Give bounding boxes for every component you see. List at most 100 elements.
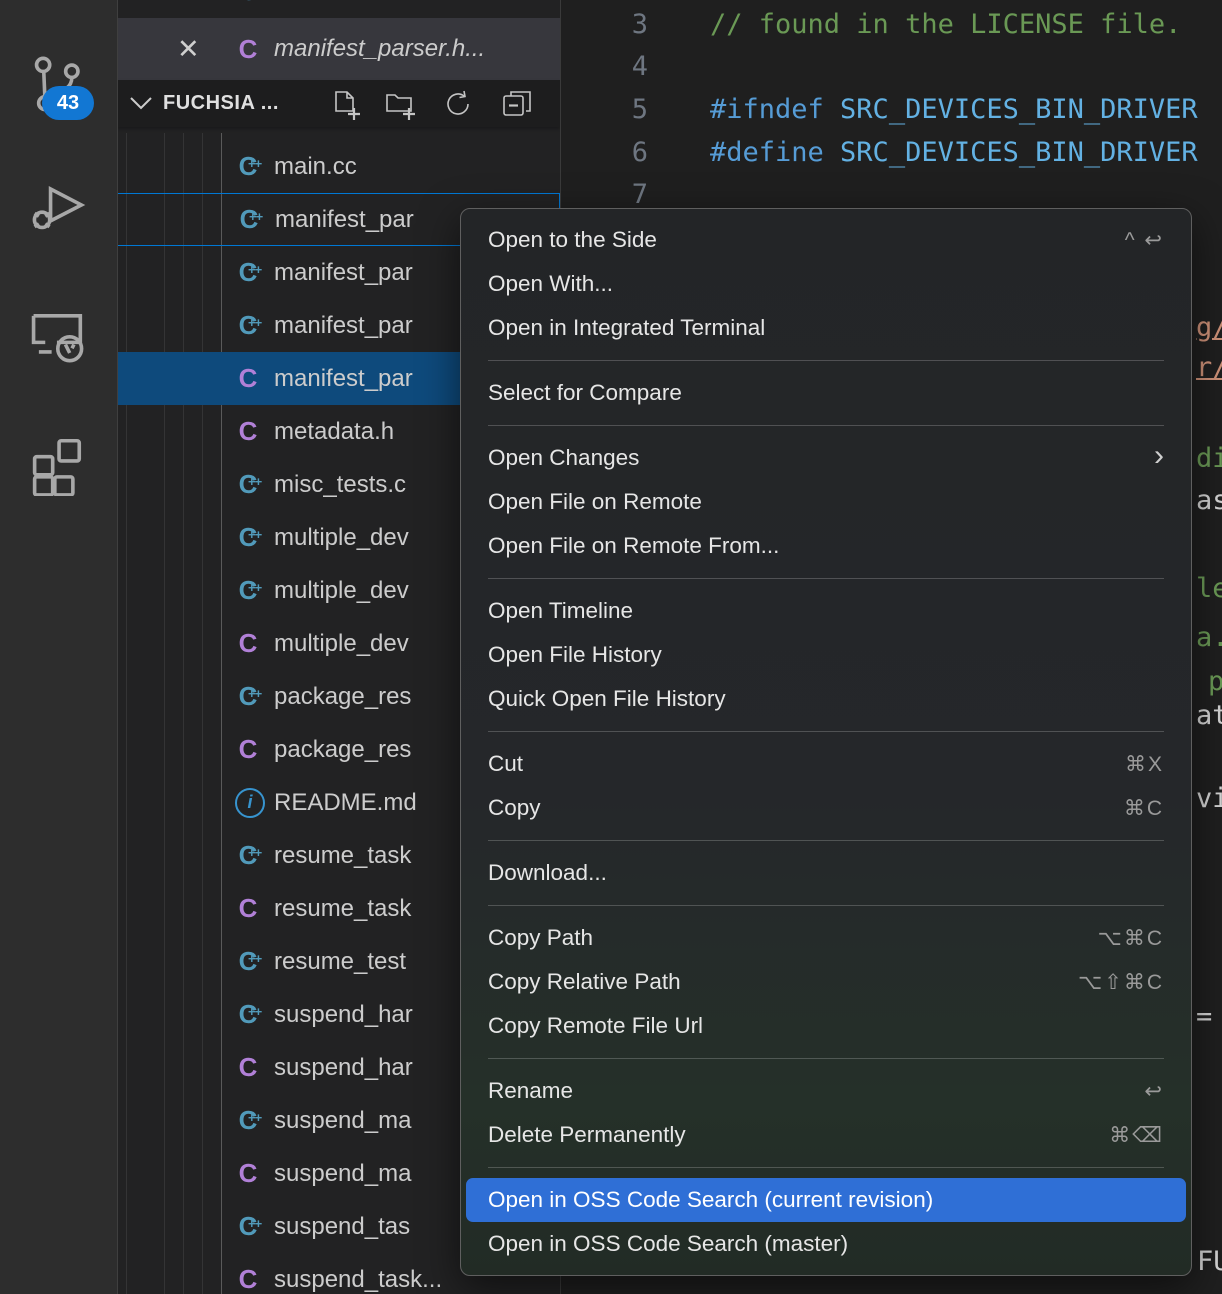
extensions-icon[interactable] [24,428,92,496]
file-name: manifest_par [274,312,413,340]
c-file-icon: C [231,363,265,394]
menu-item[interactable]: Rename↩ [461,1069,1191,1113]
cpp-file-icon: C [232,204,266,235]
menu-item-label: Quick Open File History [488,686,726,712]
line-number: 3 [560,9,648,40]
file-name: README.md [274,789,417,817]
refresh-icon[interactable] [441,87,475,121]
cpp-file-icon: C [231,310,265,341]
line-number: 6 [560,137,648,168]
c-file-icon: C [231,734,265,765]
remote-explorer-icon[interactable] [24,302,92,370]
submenu-arrow-icon: › [1154,441,1164,471]
cpp-file-icon: C [231,1105,265,1136]
file-name: multiple_dev [274,577,409,605]
menu-separator [488,905,1164,906]
menu-shortcut: ↩ [1144,1079,1164,1104]
context-menu: Open to the Side ^ ↩ Open With... Open in I… [460,208,1192,1276]
close-icon[interactable]: ✕ [177,36,200,63]
cpp-file-icon: C [231,999,265,1030]
source-control-icon[interactable]: 43 [24,50,92,118]
info-file-icon: i [235,788,265,818]
vscode-window: 43 C block-device... 3 ✕ C manifest_pars… [0,0,1222,1294]
menu-item-label: Open Timeline [488,598,633,624]
menu-item[interactable]: Delete Permanently⌘⌫ [461,1113,1191,1157]
line-number: 5 [560,94,648,125]
file-name: resume_task [274,842,411,870]
section-title: FUCHSIA ... [163,92,279,115]
menu-item-label: Open in OSS Code Search (master) [488,1231,848,1257]
cpp-file-icon: C [231,522,265,553]
line-number: 4 [560,51,648,82]
menu-item[interactable]: Open File History [461,633,1191,677]
new-file-icon[interactable] [328,87,362,121]
code-line: 6 #define SRC_DEVICES_BIN_DRIVER [560,131,1222,174]
c-file-icon: C [231,34,265,65]
code-line: 5 #ifndef SRC_DEVICES_BIN_DRIVER [560,88,1222,131]
cpp-file-icon: C [231,946,265,977]
menu-item[interactable]: Open Changes› [461,436,1191,480]
menu-shortcut: ^ ↩ [1125,228,1164,253]
menu-item-label: Open With... [488,271,613,297]
collapse-all-icon[interactable] [500,87,534,121]
menu-item-label: Select for Compare [488,380,682,406]
menu-item[interactable]: Open With... [461,262,1191,306]
menu-item-label: Open in Integrated Terminal [488,315,765,341]
menu-item[interactable]: Open Timeline [461,589,1191,633]
file-tree-item[interactable]: Cmain.cc [117,140,560,193]
menu-item[interactable]: Copy Path ⌥⌘C [461,916,1191,960]
menu-item-label: Copy Relative Path [488,969,681,995]
menu-item[interactable]: Open in OSS Code Search (master) [461,1222,1191,1266]
cpp-file-icon: C [231,840,265,871]
c-file-icon: C [231,1052,265,1083]
line-content: #define SRC_DEVICES_BIN_DRIVER [710,137,1198,168]
code-token: SRC_DEVICES_BIN_DRIVER [840,137,1198,168]
menu-item[interactable]: Quick Open File History [461,677,1191,721]
menu-item[interactable]: Open File on Remote [461,480,1191,524]
c-file-icon: C [231,416,265,447]
line-content: // found in the LICENSE file. [710,9,1181,40]
open-editor-label: manifest_parser.h... [274,35,485,63]
open-editor-item-block-device[interactable]: C block-device... 3 [117,0,560,18]
file-name: suspend_har [274,1054,413,1082]
cpp-file-icon: C [231,0,265,7]
file-name: multiple_dev [274,524,409,552]
menu-item-label: Open to the Side [488,227,657,253]
explorer-section-header[interactable]: FUCHSIA ... [117,80,560,127]
new-folder-icon[interactable] [383,87,417,121]
code-token: #define [710,137,840,168]
menu-item[interactable]: Open File on Remote From... [461,524,1191,568]
cpp-file-icon: C [231,681,265,712]
menu-item-label: Copy Path [488,925,593,951]
file-name: package_res [274,736,411,764]
menu-item[interactable]: Select for Compare [461,371,1191,415]
open-editor-label: block-device... [274,0,427,6]
file-name: suspend_task... [274,1266,442,1294]
menu-item[interactable]: Open in Integrated Terminal [461,306,1191,350]
cpp-file-icon: C [231,469,265,500]
file-name: resume_task [274,895,411,923]
menu-item[interactable]: Copy⌘C [461,786,1191,830]
activity-bar: 43 [0,0,118,1294]
menu-shortcut: ⌘X [1125,752,1164,777]
menu-separator [488,840,1164,841]
code-line: 3 // found in the LICENSE file. [560,3,1222,46]
line-content: #ifndef SRC_DEVICES_BIN_DRIVER [710,94,1198,125]
menu-item[interactable]: Open to the Side ^ ↩ [461,218,1191,262]
menu-separator [488,1167,1164,1168]
run-and-debug-icon[interactable] [24,172,92,240]
menu-item[interactable]: Download... [461,851,1191,895]
file-name: manifest_par [274,365,413,393]
menu-shortcut: ⌥⌘C [1098,926,1164,951]
menu-item-label: Open File on Remote [488,489,702,515]
menu-shortcut: ⌘C [1124,796,1164,821]
menu-item[interactable]: Copy Relative Path ⌥⇧⌘C [461,960,1191,1004]
file-name: suspend_ma [274,1160,411,1188]
open-editor-item-active[interactable]: ✕ C manifest_parser.h... [117,18,560,80]
menu-item[interactable]: Open in OSS Code Search (current revisio… [466,1178,1186,1222]
menu-item-label: Open in OSS Code Search (current revisio… [488,1187,933,1213]
menu-item[interactable]: Copy Remote File Url [461,1004,1191,1048]
menu-item[interactable]: Cut⌘X [461,742,1191,786]
c-file-icon: C [231,628,265,659]
menu-shortcut: ⌥⇧⌘C [1078,970,1164,995]
